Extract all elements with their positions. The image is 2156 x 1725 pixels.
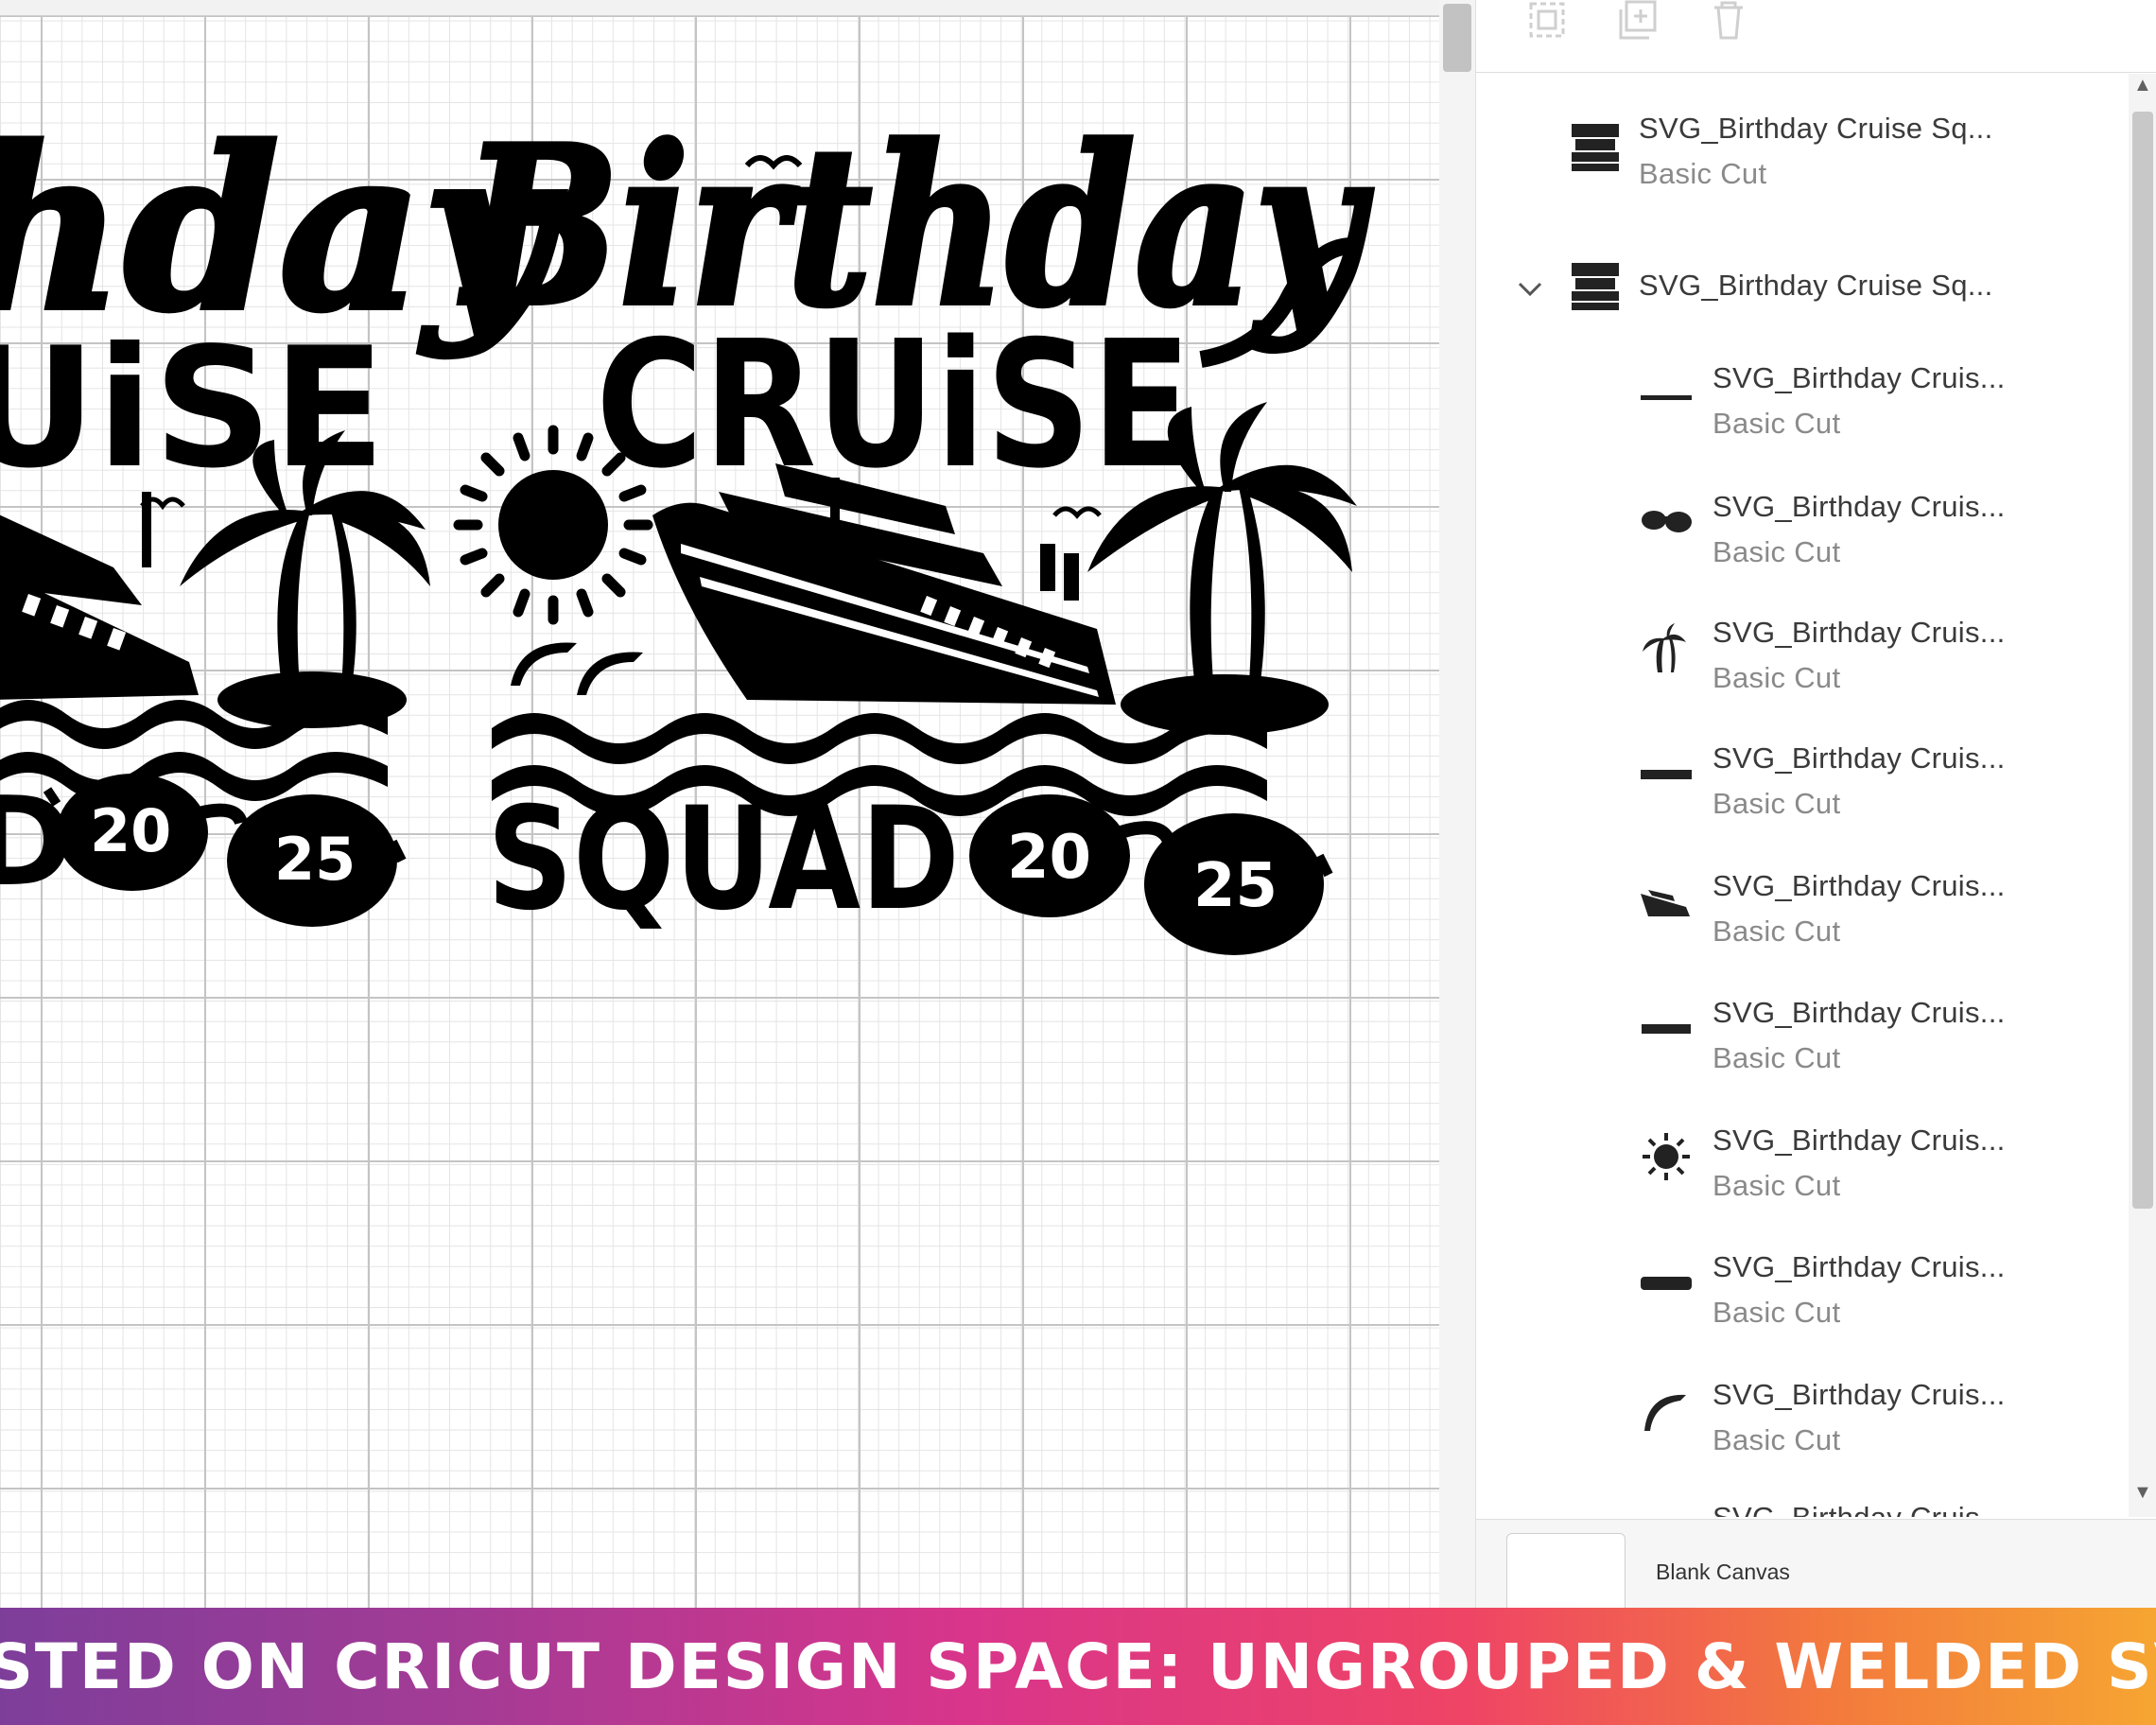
layer-row[interactable]: SVG_Birthday Cruis... Basic Cut (1476, 724, 2129, 838)
layer-operation: Basic Cut (1713, 1296, 1841, 1329)
layer-name: SVG_Birthday Cruis... (1713, 741, 2006, 775)
layer-operation: Basic Cut (1713, 1169, 1841, 1202)
layer-row[interactable]: SVG_Birthday Cruis... Basic Cut (1476, 852, 2129, 966)
layer-row[interactable]: SVG_Birthday Cruis... Basic Cut (1476, 979, 2129, 1092)
layer-row[interactable]: SVG_Birthday Cruis... (1476, 1488, 2129, 1517)
layers-toolbar (1476, 0, 2156, 73)
layer-row[interactable]: SVG_Birthday Cruis... Basic Cut (1476, 1361, 2129, 1474)
blank-canvas-section: Blank Canvas (1476, 1519, 2156, 1620)
svg-text:20: 20 (1007, 823, 1091, 893)
scroll-down-icon[interactable]: ▼ (2133, 1483, 2152, 1502)
cruise-word: CRUiSE (596, 303, 1191, 507)
birthday-word-thumb (1637, 1254, 1695, 1313)
dolphin-icons (511, 642, 643, 695)
layer-row[interactable]: SVG_Birthday Cruise Sq... Basic Cut (1476, 83, 2129, 197)
layer-row[interactable]: SVG_Birthday Cruis... Basic Cut (1476, 599, 2129, 712)
scroll-up-icon[interactable]: ▲ (2133, 76, 2152, 95)
layer-name: SVG_Birthday Cruis... (1713, 490, 2006, 523)
layer-name: SVG_Birthday Cruis... (1713, 996, 2006, 1029)
line-thumb (1637, 369, 1695, 427)
layer-list: SVG_Birthday Cruise Sq... Basic Cut SVG_… (1476, 74, 2129, 1517)
design-artwork[interactable]: hday UiSE D 20 25 Birthday CRUiSE SQUAD … (0, 0, 1439, 1608)
layer-operation: Basic Cut (1713, 1423, 1841, 1456)
cruise-word-thumb (1637, 745, 1695, 804)
layer-group-row[interactable]: SVG_Birthday Cruise Sq... (1476, 238, 2129, 352)
squad-word-thumb (1637, 1000, 1695, 1058)
layer-operation: Basic Cut (1713, 407, 1841, 440)
layer-name: SVG_Birthday Cruis... (1713, 1250, 2006, 1283)
layer-name: SVG_Birthday Cruis... (1713, 361, 2006, 394)
left-sunglasses: 20 25 (43, 774, 407, 927)
layer-operation: Basic Cut (1713, 915, 1841, 948)
layer-name: SVG_Birthday Cruis... (1713, 869, 2006, 902)
group-icon[interactable] (1521, 0, 1573, 45)
right-design-copy[interactable]: Birthday CRUiSE SQUAD 20 25 (453, 96, 1375, 955)
ship-thumb (1637, 873, 1695, 932)
design-canvas[interactable]: hday UiSE D 20 25 Birthday CRUiSE SQUAD … (0, 0, 1439, 1608)
layer-name: SVG_Birthday Cruis... (1713, 1501, 2006, 1517)
layer-name: SVG_Birthday Cruis... (1713, 1378, 2006, 1411)
layers-panel: SVG_Birthday Cruise Sq... Basic Cut SVG_… (1475, 0, 2156, 1620)
svg-text:25: 25 (1193, 851, 1278, 921)
sun-thumb (1637, 1127, 1695, 1186)
canvas-scrollbar[interactable] (1439, 0, 1475, 1608)
layer-row[interactable]: SVG_Birthday Cruis... Basic Cut (1476, 1106, 2129, 1220)
layer-name: SVG_Birthday Cruise Sq... (1639, 269, 1993, 302)
layer-operation: Basic Cut (1713, 535, 1841, 568)
layer-row[interactable]: SVG_Birthday Cruis... Basic Cut (1476, 471, 2129, 584)
layer-operation: Basic Cut (1713, 787, 1841, 820)
full-design-thumb (1566, 118, 1625, 177)
delete-icon[interactable] (1703, 0, 1754, 45)
layer-operation: Basic Cut (1639, 157, 1767, 190)
layers-scroll-thumb[interactable] (2132, 112, 2153, 1209)
svg-text:20: 20 (90, 796, 171, 865)
promo-banner: TESTED ON CRICUT DESIGN SPACE: UNGROUPED… (0, 1608, 2156, 1725)
duplicate-icon[interactable] (1613, 0, 1664, 45)
layer-name: SVG_Birthday Cruis... (1713, 1124, 2006, 1157)
full-design-thumb (1566, 257, 1625, 316)
canvas-scroll-thumb[interactable] (1443, 4, 1471, 72)
left-cruise-word: UiSE (0, 313, 386, 505)
sunglasses-icon: 20 25 (969, 794, 1333, 955)
palm-trees-thumb (1637, 619, 1695, 678)
layer-name: SVG_Birthday Cruis... (1713, 616, 2006, 649)
dolphin-thumb (1637, 1382, 1695, 1440)
sunglasses-thumb (1637, 490, 1695, 549)
layer-name: SVG_Birthday Cruise Sq... (1639, 112, 1993, 145)
canvas-label: Blank Canvas (1656, 1559, 1790, 1584)
layer-operation: Basic Cut (1713, 661, 1841, 694)
sun-icon (453, 425, 653, 625)
layer-row[interactable]: SVG_Birthday Cruis... Basic Cut (1476, 1233, 2129, 1347)
squad-word: SQUAD (487, 777, 960, 942)
chevron-down-icon[interactable] (1516, 280, 1544, 299)
svg-text:25: 25 (274, 825, 356, 894)
layer-row[interactable]: SVG_Birthday Cruis... Basic Cut (1476, 342, 2129, 456)
layer-operation: Basic Cut (1713, 1041, 1841, 1074)
banner-text: TESTED ON CRICUT DESIGN SPACE: UNGROUPED… (0, 1629, 2156, 1703)
